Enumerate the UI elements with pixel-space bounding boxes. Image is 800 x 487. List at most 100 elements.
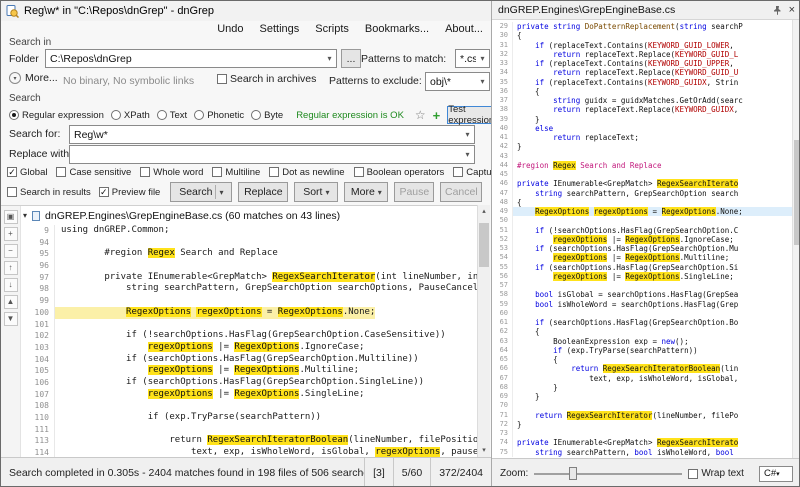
result-line-97[interactable]: 97 private IEnumerable<GrepMatch> RegexS…	[23, 271, 477, 284]
results-scrollbar[interactable]: ▴ ▾	[477, 205, 490, 457]
syntax-combobox[interactable]: C# ▾	[759, 465, 793, 482]
preview-file-checkbox[interactable]: ✓ Preview file	[98, 187, 160, 198]
pause-button[interactable]: Pause	[394, 182, 435, 202]
patterns-to-exclude-combobox[interactable]: obj\* ▾	[425, 72, 490, 91]
global-checkbox[interactable]: ✓ Global	[7, 167, 47, 178]
result-line-101[interactable]: 101	[23, 318, 477, 331]
search-in-archives-checkbox[interactable]: Search in archives	[217, 73, 316, 85]
maximize-results-button[interactable]: ▣	[3, 210, 18, 224]
code-segment: IEnumerable<GrepMatch>	[548, 438, 657, 448]
patterns-to-match-combobox[interactable]: *.cs ▾	[455, 49, 490, 68]
search-type-byte[interactable]: Byte	[251, 110, 283, 121]
next-file-button[interactable]: ↓	[3, 278, 18, 292]
search-type-text[interactable]: Text	[156, 110, 187, 121]
search-button[interactable]: Search ▾	[170, 182, 233, 202]
sort-button[interactable]: Sort ▾	[294, 182, 339, 202]
preview-scrollbar[interactable]	[792, 20, 799, 458]
browse-folder-button[interactable]: ...	[341, 49, 361, 68]
result-line-107[interactable]: 107 regexOptions |= RegexOptions.SingleL…	[23, 388, 477, 401]
result-line-108[interactable]: 108	[23, 400, 477, 412]
preview-line-65: 65 {	[492, 355, 792, 365]
more-button[interactable]: More ▾	[344, 182, 389, 202]
case-sensitive-checkbox[interactable]: Case sensitive	[56, 167, 131, 178]
search-type-xpath[interactable]: XPath	[110, 110, 150, 121]
multiline-checkbox[interactable]: Multiline	[212, 167, 260, 178]
test-expression-button[interactable]: Test expression	[447, 104, 496, 126]
line-number: 102	[23, 330, 55, 342]
line-text: }	[513, 142, 792, 151]
result-line-104[interactable]: 104 if (searchOptions.HasFlag(GrepSearch…	[23, 353, 477, 366]
star-bookmark-icon[interactable]: ☆	[415, 108, 426, 122]
collapse-all-button[interactable]: −	[3, 244, 18, 258]
boolean-operators-checkbox[interactable]: Boolean operators	[353, 167, 444, 178]
result-line-9[interactable]: 9 using dnGREP.Common;	[23, 225, 477, 237]
search-type-phonetic[interactable]: Phonetic	[194, 110, 244, 121]
result-line-110[interactable]: 110 if (exp.TryParse(searchPattern))	[23, 412, 477, 424]
result-line-103[interactable]: 103 regexOptions |= RegexOptions.IgnoreC…	[23, 341, 477, 354]
menu-item-settings[interactable]: Settings	[260, 23, 300, 35]
scroll-down-icon[interactable]: ▾	[478, 444, 490, 457]
preview-code-area[interactable]: 29 private string DoPatternReplacement(st…	[492, 20, 792, 458]
preview-header[interactable]: dnGREP.Engines\GrepEngineBase.cs ×	[492, 1, 799, 20]
menu-item-about[interactable]: About...	[445, 23, 483, 35]
expand-all-button[interactable]: +	[3, 227, 18, 241]
titlebar[interactable]: Reg\w* in "C:\Repos\dnGrep" - dnGrep	[1, 1, 491, 21]
search-in-results-checkbox[interactable]: Search in results	[7, 187, 91, 198]
zoom-slider[interactable]	[534, 466, 683, 481]
next-match-button[interactable]: ▼	[3, 312, 18, 326]
result-line-113[interactable]: 113 return RegexSearchIteratorBoolean(li…	[23, 435, 477, 448]
result-line-102[interactable]: 102 if (!searchOptions.HasFlag(GrepSearc…	[23, 330, 477, 342]
replace-with-combobox[interactable]: ▾	[69, 145, 475, 164]
menu-item-scripts[interactable]: Scripts	[315, 23, 349, 35]
scrollbar-thumb[interactable]	[794, 140, 799, 245]
close-icon[interactable]: ×	[789, 4, 795, 16]
result-file-header[interactable]: ▾ dnGREP.Engines\GrepEngineBase.cs (60 m…	[23, 208, 340, 223]
slider-thumb[interactable]	[569, 466, 578, 480]
line-number: 96	[23, 260, 55, 272]
chevron-down-icon[interactable]: ▾	[219, 188, 223, 197]
result-line-100[interactable]: 100 RegexOptions regexOptions = RegexOpt…	[23, 306, 477, 319]
slider-track[interactable]	[534, 472, 683, 475]
menu-item-bookmarks[interactable]: Bookmarks...	[365, 23, 429, 35]
result-line-96[interactable]: 96	[23, 260, 477, 272]
result-line-111[interactable]: 111	[23, 423, 477, 436]
previous-file-button[interactable]: ↑	[3, 261, 18, 275]
search-type-regular-expression[interactable]: Regular expression	[9, 110, 104, 121]
cancel-button[interactable]: Cancel	[440, 182, 483, 202]
previous-match-button[interactable]: ▲	[3, 295, 18, 309]
search-for-combobox[interactable]: Reg\w* ▾	[69, 125, 475, 144]
add-bookmark-icon[interactable]: +	[433, 108, 441, 123]
whole-word-checkbox[interactable]: Whole word	[140, 167, 203, 178]
folder-combobox[interactable]: C:\Repos\dnGrep ▾	[45, 49, 337, 68]
code-segment: .None;	[715, 207, 743, 216]
search-type-radio-group: Regular expression XPath Text Phonetic Byte R…	[9, 104, 496, 126]
result-line-94[interactable]: 94	[23, 236, 477, 249]
replace-button[interactable]: Replace	[238, 182, 289, 202]
preview-line-36: 36 {	[492, 86, 792, 96]
wrap-text-checkbox[interactable]: Wrap text	[688, 468, 744, 479]
result-line-99[interactable]: 99	[23, 295, 477, 307]
more-options-expander[interactable]: ▾ More...	[9, 72, 58, 84]
result-line-106[interactable]: 106 if (searchOptions.HasFlag(GrepSearch…	[23, 376, 477, 389]
pin-icon[interactable]	[772, 5, 783, 16]
line-text	[55, 319, 61, 331]
result-line-98[interactable]: 98 string searchPattern, GrepSearchOptio…	[23, 283, 477, 296]
line-number: 62	[492, 327, 513, 337]
dot-as-newline-checkbox[interactable]: Dot as newline	[269, 167, 345, 178]
menu-item-undo[interactable]: Undo	[217, 23, 243, 35]
scrollbar-thumb[interactable]	[479, 223, 489, 267]
search-for-value: Reg\w*	[74, 128, 108, 141]
result-line-114[interactable]: 114 text, exp, isWholeWord, isGlobal, re…	[23, 447, 477, 457]
line-text: RegexOptions regexOptions = RegexOptions…	[55, 306, 376, 319]
main-window: Reg\w* in "C:\Repos\dnGrep" - dnGrep Und…	[1, 1, 558, 486]
results-panel: ▣ + − ↑ ↓ ▲ ▼ ▾ dnGREP.Engines\GrepEngineBase.…	[1, 205, 477, 458]
collapse-expander-icon[interactable]: ▾	[23, 211, 27, 220]
result-line-105[interactable]: 105 regexOptions |= RegexOptions.Multili…	[23, 365, 477, 377]
preview-line-40: 40 else	[492, 123, 792, 133]
line-number: 42	[492, 142, 513, 152]
scroll-up-icon[interactable]: ▴	[478, 205, 490, 218]
line-text: if (replaceText.Contains(KEYWORD_GUID_UP…	[513, 59, 792, 68]
result-line-95[interactable]: 95 #region Regex Search and Replace	[23, 248, 477, 261]
